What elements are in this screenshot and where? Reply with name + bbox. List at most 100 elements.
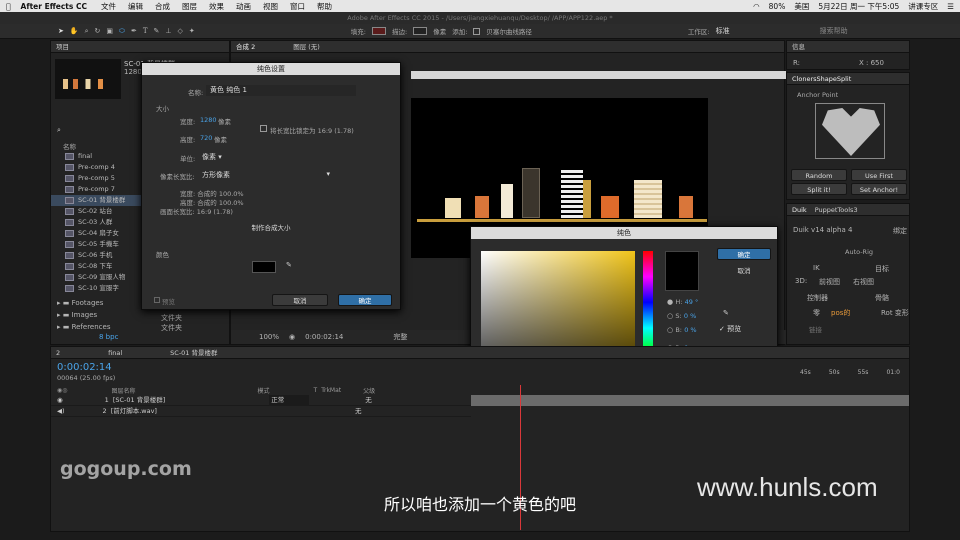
puppet-tool-icon[interactable]: ✦ — [189, 27, 195, 35]
stroke-swatch[interactable] — [413, 27, 428, 35]
camera-icon[interactable]: ◉ — [289, 333, 295, 341]
eyedropper-icon[interactable]: ✎ — [286, 261, 292, 269]
speaker-icon[interactable]: ◀) — [57, 406, 65, 417]
color-swatch[interactable] — [252, 261, 276, 273]
project-search-icon[interactable]: ⌕ — [57, 126, 61, 135]
lock-button[interactable]: 绑定 — [893, 226, 907, 236]
layer-1-parent[interactable]: 无 — [365, 395, 372, 406]
ellipse-tool-icon[interactable]: ⬭ — [119, 27, 125, 36]
layer-2-name[interactable]: [前灯脚本.wav] — [111, 406, 157, 417]
comp-tab[interactable]: 合成 2 — [236, 41, 255, 53]
color-eyedropper-icon[interactable]: ✎ — [723, 309, 729, 317]
col-trkmat[interactable]: TrkMat — [321, 387, 341, 394]
zoom-select[interactable]: 100% — [259, 333, 279, 341]
timeline-tab-2[interactable]: 2 — [56, 347, 60, 359]
color-cancel-button[interactable]: 取消 — [717, 265, 771, 277]
menu-animation[interactable]: 动画 — [236, 1, 251, 12]
use-first-button[interactable]: Use First — [851, 169, 907, 181]
wifi-icon[interactable]: ◠ — [753, 2, 760, 11]
zero-button[interactable]: 零 — [813, 308, 820, 318]
auto-rig-label[interactable]: Auto-Rig — [845, 248, 873, 256]
bezier-checkbox[interactable] — [473, 27, 481, 35]
b-row[interactable]: ○ B: 0 % — [667, 326, 697, 334]
app-menu[interactable]: After Effects CC — [21, 2, 87, 11]
menu-edit[interactable]: 编辑 — [128, 1, 143, 12]
menu-effect[interactable]: 效果 — [209, 1, 224, 12]
search-help-input[interactable]: 搜索帮助 — [820, 26, 848, 36]
menu-file[interactable]: 文件 — [101, 1, 116, 12]
layer-1-name[interactable]: [SC-01 背景楼群] — [113, 395, 165, 406]
layer-1-bar[interactable] — [471, 395, 909, 406]
lock-ratio-checkbox[interactable] — [260, 125, 267, 132]
random-button[interactable]: Random — [791, 169, 847, 181]
layer-1-mode[interactable]: 正常 — [269, 394, 310, 406]
project-tab[interactable]: 项目 — [56, 41, 69, 53]
info-tab[interactable]: 信息 — [792, 41, 805, 53]
height-value[interactable]: 720 — [200, 134, 212, 142]
pen-tool-icon[interactable]: ✒ — [131, 27, 137, 35]
user-name[interactable]: 讲课专区 — [908, 1, 938, 12]
name-input[interactable]: 黄色 纯色 1 — [206, 85, 356, 96]
color-ok-button[interactable]: 确定 — [717, 248, 771, 260]
bone-button[interactable]: 骨骼 — [875, 293, 889, 303]
col-mode[interactable]: 模式 — [258, 386, 270, 395]
timeline-tab-comp[interactable]: SC-01 背景楼群 — [170, 347, 217, 359]
folder-footages[interactable]: ▸ ▬ Footages — [57, 299, 103, 307]
clock[interactable]: 5月22日 周一 下午5:05 — [818, 1, 899, 12]
units-select[interactable]: 像素 ▾ — [202, 152, 222, 162]
layer-tab[interactable]: 图层 (无) — [293, 41, 320, 53]
time-ruler[interactable]: 45s 50s 55s 01:0 — [791, 369, 909, 379]
fill-swatch[interactable] — [372, 27, 386, 35]
menu-composition[interactable]: 合成 — [155, 1, 170, 12]
stamp-tool-icon[interactable]: ⊥ — [165, 27, 171, 35]
text-tool-icon[interactable]: T — [143, 27, 148, 35]
menu-layer[interactable]: 图层 — [182, 1, 197, 12]
name-column-header[interactable]: 名称 — [63, 141, 76, 151]
color-preview-checkbox[interactable]: ✓ 预览 — [719, 324, 741, 334]
menu-view[interactable]: 视图 — [263, 1, 278, 12]
brush-tool-icon[interactable]: ✎ — [154, 27, 160, 35]
set-anchor-button[interactable]: Set Anchor! — [851, 183, 907, 195]
eraser-tool-icon[interactable]: ◇ — [178, 27, 183, 35]
solid-ok-button[interactable]: 确定 — [338, 294, 392, 306]
h-value[interactable]: 49 ° — [685, 298, 699, 306]
front-view-button[interactable]: 前视图 — [819, 277, 840, 287]
comp-timecode[interactable]: 0:00:02:14 — [305, 333, 343, 341]
duik-tab[interactable]: Duik — [792, 204, 807, 216]
apple-icon[interactable]:  — [6, 2, 11, 11]
timeline-tab-final[interactable]: final — [108, 347, 122, 359]
workspace-select[interactable]: 标准 — [716, 26, 786, 36]
col-layer-name[interactable]: 图层名称 — [111, 386, 135, 395]
s-row[interactable]: ○ S: 0 % — [667, 312, 696, 320]
folder-images[interactable]: ▸ ▬ Images — [57, 311, 97, 319]
width-value[interactable]: 1280 — [200, 116, 217, 124]
menu-help[interactable]: 帮助 — [317, 1, 332, 12]
folder-references[interactable]: ▸ ▬ References — [57, 323, 110, 331]
ik-button[interactable]: IK — [813, 264, 820, 272]
link-button[interactable]: 链接 — [809, 324, 822, 334]
rotate-tool-icon[interactable]: ↻ — [95, 27, 101, 35]
input-method[interactable]: 美国 — [794, 1, 809, 12]
timeline-timecode[interactable]: 0:00:02:14 — [57, 362, 112, 373]
solid-cancel-button[interactable]: 取消 — [272, 294, 328, 306]
preview-checkbox[interactable] — [154, 297, 160, 303]
anchor-grid[interactable] — [815, 103, 885, 159]
layer-row-2[interactable]: ◀) 2 [前灯脚本.wav] 无 — [51, 406, 471, 417]
cloners-tab[interactable]: ClonersShapeSplit — [792, 73, 851, 85]
quality-select[interactable]: 完整 — [393, 332, 407, 342]
par-select[interactable]: 方形像素 ▾ — [202, 170, 330, 180]
menu-window[interactable]: 窗口 — [290, 1, 305, 12]
layer-row-1[interactable]: ◉ 1 [SC-01 背景楼群] 正常 无 — [51, 394, 471, 406]
list-icon[interactable]: ☰ — [947, 2, 954, 11]
selection-tool-icon[interactable]: ➤ — [58, 27, 64, 35]
b-value[interactable]: 0 % — [684, 326, 696, 334]
split-it-button[interactable]: Split it! — [791, 183, 847, 195]
layer-2-parent[interactable]: 无 — [355, 406, 362, 417]
h-row[interactable]: ● H: 49 ° — [667, 298, 698, 306]
bpc-label[interactable]: 8 bpc — [99, 333, 118, 341]
puppet-tab[interactable]: PuppetTools3 — [815, 204, 858, 216]
controller-button[interactable]: 控制器 — [807, 293, 828, 303]
eye-icon[interactable]: ◉ — [57, 395, 63, 406]
rot-button[interactable]: Rot 变形 — [881, 308, 909, 318]
make-comp-size-button[interactable]: 制作合成大小 — [240, 222, 302, 234]
